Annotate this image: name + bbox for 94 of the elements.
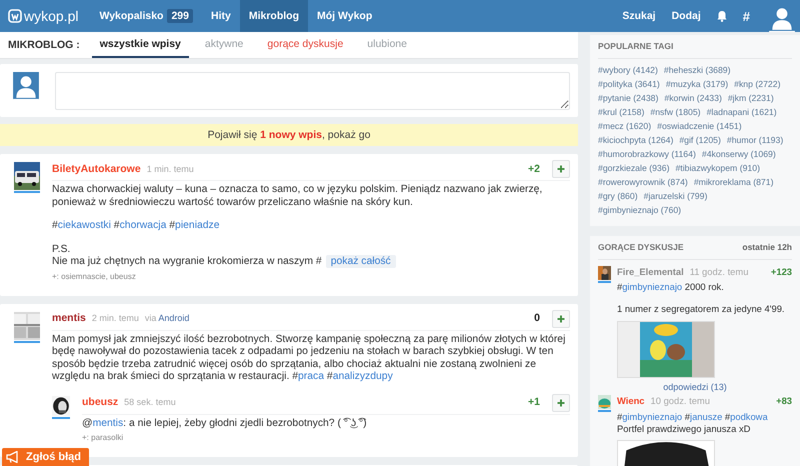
upvote-button[interactable] [552, 310, 570, 328]
tag-link[interactable]: #gif (1205) [679, 135, 721, 146]
post-time: 10 godz. temu [650, 395, 710, 408]
tag-link[interactable]: #nsfw (1805) [650, 107, 701, 118]
vote-count: +2 [528, 162, 540, 176]
filter-tab[interactable]: aktywne [196, 32, 252, 58]
tag-link[interactable]: #rowerowyrownik (874) [598, 177, 688, 188]
post-text: Nazwa chorwackiej waluty – kuna – oznacza to samo, co w języku polskim. Pieniądz nazwano jak zwierzę, ponieważ w średniowieczu wartość towarów przeliczano właśnie na skóry kun. [52, 184, 544, 209]
post-time: 1 min. temu [146, 162, 194, 176]
nav-tab[interactable]: Mój Wykop [308, 0, 382, 32]
count-badge: 299 [167, 9, 193, 23]
panel-title: POPULARNE TAGI [598, 41, 792, 59]
via-label: via [144, 313, 156, 324]
vote-count: +1 [528, 396, 540, 409]
author-name[interactable]: mentis [52, 312, 86, 325]
author-name[interactable]: Fire_Elemental [617, 266, 684, 278]
post-input[interactable] [55, 72, 570, 110]
tag-link[interactable]: #mikroreklama (871) [694, 177, 774, 188]
vote-count: +83 [776, 395, 792, 408]
hashtag-link[interactable]: praca [298, 371, 324, 382]
bell-icon[interactable] [716, 10, 727, 22]
show-more-button[interactable]: pokaż całość [326, 255, 396, 268]
post-time: 11 godz. temu [690, 266, 748, 278]
filter-tab[interactable]: ulubione [359, 32, 415, 58]
plus-icon [557, 165, 565, 173]
hashtag-link[interactable]: gimbynieznajo [622, 281, 682, 292]
nav-tab[interactable]: Mikroblog [240, 0, 308, 32]
author-name[interactable]: BiletyAutokarowe [52, 162, 141, 176]
hashtag-link[interactable]: pieniadze [175, 220, 220, 231]
report-bug-button[interactable]: Zgłoś błąd [2, 448, 89, 466]
tag-link[interactable]: #krul (2158) [598, 107, 644, 118]
tag-link[interactable]: #korwin (2433) [664, 93, 722, 104]
vote-count: 0 [534, 312, 540, 325]
voters-list: +: parasolki [82, 432, 570, 443]
nav-link[interactable]: Dodaj [672, 10, 701, 22]
post-text: Mam pomysł jak zmniejszyć ilość bezrobotnych. Stworzę kampanię społeczną za parę milionów złotych w której będę nawoływał do pozostawienia tacek z odpadami po jedzeniu na stołach w barach szybkiej obsługi. W ten sposób będzie trzeba zatrudnić więcej osób do sprzątania, albo chociaż aktualni nie zostaną zwolnieni ze względu na brak śmieci do sprzątania w restauracji. #praca #analizyzdupy [52, 334, 566, 384]
author-name[interactable]: Wienc [617, 395, 645, 408]
tag-link[interactable]: #pytanie (2438) [598, 93, 658, 104]
post-time: 58 sek. temu [124, 396, 176, 409]
megaphone-icon [6, 451, 20, 463]
post-text: 1 numer z segregatorem za jedyne 4'99. [617, 303, 786, 316]
post-text: #gimbynieznajo 2000 rok. [617, 281, 725, 294]
author-name[interactable]: ubeusz [82, 396, 118, 409]
tag-link[interactable]: #tibiazwykopem (910) [675, 163, 760, 174]
tag-link[interactable]: #gimbynieznajo (760) [598, 205, 682, 216]
plus-icon [557, 398, 565, 406]
hashtag-link[interactable]: gimbynieznajo [622, 410, 682, 422]
hashtag-link[interactable]: mentis [92, 418, 124, 428]
hashtag-link[interactable]: ciekawostki [58, 220, 111, 231]
tag-link[interactable]: #knp (2722) [734, 79, 780, 90]
hashtag-link[interactable]: podkowa [730, 410, 768, 422]
tag-link[interactable]: #jkm (2231) [728, 93, 774, 104]
tag-link[interactable]: #heheszki (3689) [664, 65, 731, 76]
hashtag-link[interactable]: janusze [690, 410, 722, 422]
tag-link[interactable]: #kiciochpyta (1264) [598, 135, 674, 146]
replies-link[interactable]: odpowiedzi (13) [598, 382, 792, 394]
tag-link[interactable]: #mecz (1620) [598, 121, 652, 132]
tag-link[interactable]: #jaruzelski (799) [644, 191, 708, 202]
post-text: P.S. Nie ma już chętnych na wygranie krokomierza w naszym # pokaż całość [52, 244, 570, 268]
tag-link[interactable]: #4konserwy (1069) [702, 149, 776, 160]
panel-title: GORĄCE DYSKUSJE [598, 242, 684, 254]
post-time: 2 min. temu [92, 312, 139, 325]
upvote-button[interactable] [552, 160, 570, 178]
tag-link[interactable]: #gorzkiezale (936) [598, 163, 670, 174]
nav-link[interactable]: Szukaj [622, 10, 656, 22]
logo-icon [8, 9, 22, 23]
tag-link[interactable]: #humor (1193) [726, 135, 784, 146]
voters-list: +: osiemnascie, ubeusz [52, 270, 570, 282]
post-text: @mentis: a nie lepiej, żeby głodni zjedli bezrobotnych? ( ͡° ͜ʖ ͡°) [82, 418, 368, 430]
plus-icon [557, 314, 565, 322]
tag-link[interactable]: #oswiadczenie (1451) [657, 121, 742, 132]
tag-link[interactable]: #muzyka (3179) [666, 79, 728, 90]
tag-link[interactable]: #wybory (4142) [598, 65, 658, 76]
filter-tab[interactable]: gorące dyskusje [259, 32, 352, 58]
section-title: MIKROBLOG : [7, 38, 81, 53]
tag-link[interactable]: #humorobrazkowy (1164) [598, 149, 696, 160]
tag-link[interactable]: #ladnapani (1621) [706, 107, 777, 118]
post-text: #ciekawostki #chorwacja #pieniadze [52, 220, 221, 232]
tag-link[interactable]: #gry (860) [598, 191, 638, 202]
vote-count: +123 [770, 266, 792, 278]
tags-button[interactable]: # [742, 8, 750, 24]
time-range-link[interactable]: ostatnie 12h [742, 242, 792, 254]
nav-tab[interactable]: Wykopalisko 299 [90, 0, 202, 32]
via-link[interactable]: Android [158, 313, 190, 324]
avatar-icon [13, 72, 39, 100]
upvote-button[interactable] [552, 394, 570, 412]
tag-link[interactable]: #polityka (3641) [598, 79, 660, 90]
hashtag-link[interactable]: chorwacja [120, 220, 166, 231]
post-text: #gimbynieznajo #janusze #podkowa Portfel prawdziwego janusza xD [617, 410, 769, 436]
logo[interactable]: wykop.pl [0, 8, 90, 24]
hashtag-link[interactable]: analizyzdupy [332, 371, 393, 382]
logo-text: wykop.pl [24, 8, 78, 24]
nav-tab[interactable]: Hity [202, 0, 240, 32]
filter-tab[interactable]: wszystkie wpisy [92, 32, 189, 58]
